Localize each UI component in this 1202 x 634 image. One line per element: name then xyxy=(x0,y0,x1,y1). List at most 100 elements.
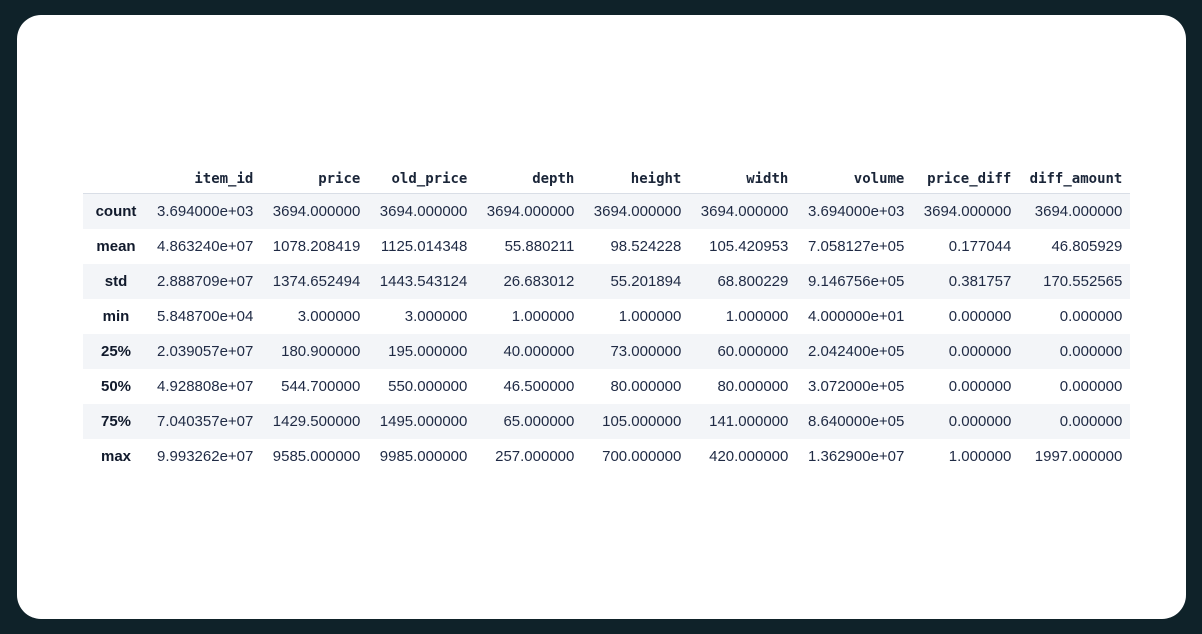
table-cell: 3694.000000 xyxy=(593,203,682,220)
table-cell: 1.000000 xyxy=(618,308,682,325)
table-cell: 3694.000000 xyxy=(379,203,468,220)
column-header: height xyxy=(582,165,690,194)
table-cell: 9.993262e+07 xyxy=(157,448,254,465)
table-cell: 40.000000 xyxy=(503,343,575,360)
table-cell: 73.000000 xyxy=(610,343,682,360)
table-row: mean 4.863240e+07 1078.208419 1125.014348 55… xyxy=(83,229,1130,264)
table-cell: 3694.000000 xyxy=(486,203,575,220)
table-cell: 1443.543124 xyxy=(379,273,468,290)
table-cell: 68.800229 xyxy=(717,273,789,290)
table-cell: 0.000000 xyxy=(948,343,1012,360)
table-cell: 4.928808e+07 xyxy=(157,378,254,395)
table-cell: 46.805929 xyxy=(1051,238,1123,255)
table-cell: 4.000000e+01 xyxy=(808,308,905,325)
table-cell: 3.694000e+03 xyxy=(808,203,905,220)
table-cell: 3.072000e+05 xyxy=(808,378,905,395)
table-cell: 105.000000 xyxy=(602,413,682,430)
table-cell: 0.381757 xyxy=(948,273,1012,290)
table-row: count 3.694000e+03 3694.000000 3694.000000 3… xyxy=(83,193,1131,229)
table-cell: 98.524228 xyxy=(610,238,682,255)
row-label: mean xyxy=(96,238,136,255)
table-cell: 9985.000000 xyxy=(379,448,468,465)
table-cell: 0.000000 xyxy=(1059,413,1123,430)
table-cell: 3.000000 xyxy=(404,308,468,325)
table-cell: 1495.000000 xyxy=(379,413,468,430)
table-cell: 4.863240e+07 xyxy=(157,238,254,255)
table-row: 75% 7.040357e+07 1429.500000 1495.000000 65.… xyxy=(83,404,1131,439)
table-cell: 3.694000e+03 xyxy=(157,203,254,220)
table-cell: 7.058127e+05 xyxy=(808,238,905,255)
table-cell: 1997.000000 xyxy=(1034,448,1123,465)
table-cell: 0.000000 xyxy=(948,413,1012,430)
column-header: price_diff xyxy=(912,165,1020,194)
row-label: count xyxy=(95,203,137,220)
table-cell: 2.039057e+07 xyxy=(157,343,254,360)
table-cell: 8.640000e+05 xyxy=(808,413,905,430)
table-row: 50% 4.928808e+07 544.700000 550.000000 46.50… xyxy=(83,369,1130,404)
column-header: volume xyxy=(796,165,913,194)
table-cell: 170.552565 xyxy=(1043,273,1123,290)
column-header: item_id xyxy=(149,165,262,194)
table-cell: 257.000000 xyxy=(495,448,575,465)
table-cell: 0.000000 xyxy=(1059,343,1123,360)
table-cell: 46.500000 xyxy=(503,378,575,395)
table-row: max 9.993262e+07 9585.000000 9985.000000 257… xyxy=(83,439,1130,474)
table-cell: 180.900000 xyxy=(281,343,361,360)
table-cell: 1.362900e+07 xyxy=(808,448,905,465)
table-cell: 1.000000 xyxy=(948,448,1012,465)
table-cell: 2.888709e+07 xyxy=(157,273,254,290)
table-cell: 0.000000 xyxy=(1059,308,1123,325)
table-cell: 195.000000 xyxy=(388,343,468,360)
table-cell: 105.420953 xyxy=(709,238,789,255)
table-cell: 9.146756e+05 xyxy=(808,273,905,290)
table-cell: 1.000000 xyxy=(511,308,575,325)
table-cell: 7.040357e+07 xyxy=(157,413,254,430)
table-cell: 0.000000 xyxy=(1059,378,1123,395)
table-cell: 1374.652494 xyxy=(272,273,361,290)
table-cell: 9585.000000 xyxy=(272,448,361,465)
describe-table: item_id price old_price depth height wid… xyxy=(83,165,1131,474)
table-row: min 5.848700e+04 3.000000 3.000000 1.000000 1… xyxy=(83,299,1130,334)
content-card: item_id price old_price depth height wid… xyxy=(17,15,1186,619)
column-header: depth xyxy=(475,165,583,194)
table-cell: 1078.208419 xyxy=(272,238,361,255)
table-cell: 550.000000 xyxy=(388,378,468,395)
row-label: 75% xyxy=(100,413,132,430)
table-cell: 3694.000000 xyxy=(272,203,361,220)
table-cell: 3694.000000 xyxy=(923,203,1012,220)
table-cell: 0.177044 xyxy=(948,238,1012,255)
table-cell: 0.000000 xyxy=(948,378,1012,395)
table-cell: 26.683012 xyxy=(503,273,575,290)
table-cell: 700.000000 xyxy=(602,448,682,465)
table-cell: 3.000000 xyxy=(297,308,361,325)
header-row: item_id price old_price depth height wid… xyxy=(83,165,1131,194)
table-cell: 544.700000 xyxy=(281,378,361,395)
column-header: price xyxy=(261,165,369,194)
table-cell: 420.000000 xyxy=(709,448,789,465)
table-cell: 3694.000000 xyxy=(1034,203,1123,220)
index-header xyxy=(83,165,149,194)
row-label: min xyxy=(102,308,130,325)
column-header: diff_amount xyxy=(1019,165,1131,194)
table-cell: 1429.500000 xyxy=(272,413,361,430)
table-row: std 2.888709e+07 1374.652494 1443.543124 26.… xyxy=(83,264,1131,299)
table-cell: 80.000000 xyxy=(610,378,682,395)
table-cell: 60.000000 xyxy=(717,343,789,360)
row-label: 25% xyxy=(100,343,132,360)
row-label: max xyxy=(100,448,132,465)
table-cell: 65.000000 xyxy=(503,413,575,430)
table-cell: 1.000000 xyxy=(725,308,789,325)
table-cell: 55.880211 xyxy=(504,238,575,255)
table-cell: 0.000000 xyxy=(948,308,1012,325)
table-cell: 2.042400e+05 xyxy=(808,343,905,360)
table-cell: 1125.014348 xyxy=(380,238,468,255)
table-cell: 55.201894 xyxy=(610,273,682,290)
row-label: std xyxy=(104,273,128,290)
column-header: width xyxy=(689,165,797,194)
table-cell: 141.000000 xyxy=(709,413,789,430)
table-cell: 5.848700e+04 xyxy=(157,308,254,325)
table-row: 25% 2.039057e+07 180.900000 195.000000 40.00… xyxy=(83,334,1131,369)
column-header: old_price xyxy=(368,165,476,194)
row-label: 50% xyxy=(100,378,132,395)
table-cell: 3694.000000 xyxy=(700,203,789,220)
